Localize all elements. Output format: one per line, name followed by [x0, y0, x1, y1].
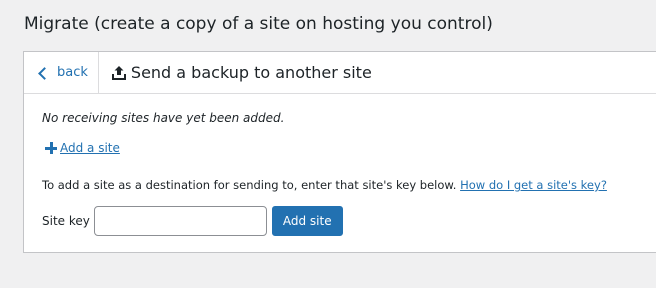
no-sites-message: No receiving sites have yet been added. — [42, 111, 285, 125]
upload-icon — [111, 65, 126, 81]
panel-header: back Send a backup to another site — [24, 52, 656, 94]
add-site-button[interactable]: Add site — [271, 206, 343, 236]
migrate-panel: back Send a backup to another site No re… — [23, 51, 656, 253]
add-site-link[interactable]: Add a site — [45, 141, 120, 155]
site-key-help-link[interactable]: How do I get a site's key? — [460, 178, 607, 192]
site-key-label: Site key — [42, 214, 90, 228]
back-label: back — [57, 65, 88, 80]
instructions: To add a site as a destination for sendi… — [42, 178, 607, 192]
page-title: Migrate (create a copy of a site on host… — [24, 14, 493, 34]
plus-icon — [45, 142, 57, 154]
add-site-label: Add a site — [60, 141, 120, 155]
site-key-input[interactable] — [93, 206, 267, 236]
panel-title: Send a backup to another site — [99, 52, 372, 93]
chevron-left-icon — [38, 66, 51, 80]
panel-title-text: Send a backup to another site — [130, 63, 372, 82]
site-key-row: Site key Add site — [42, 206, 343, 236]
back-link[interactable]: back — [24, 52, 99, 93]
instructions-text: To add a site as a destination for sendi… — [42, 178, 461, 192]
